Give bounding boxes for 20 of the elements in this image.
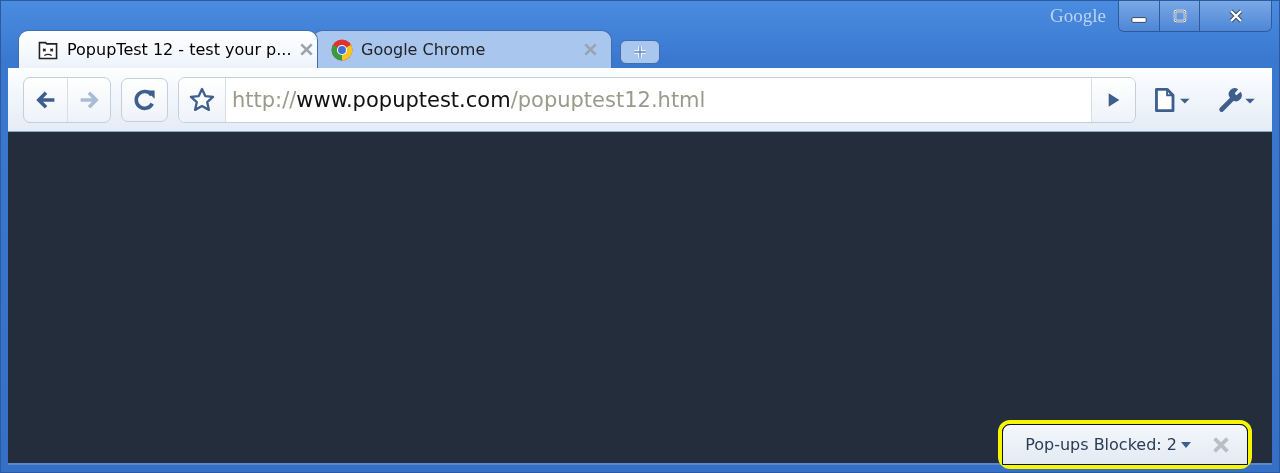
chrome-logo-icon [331, 38, 353, 61]
address-bar[interactable]: http://www.popuptest.com/popuptest12.html [178, 76, 1136, 123]
play-icon [1106, 91, 1121, 108]
reload-button[interactable] [121, 77, 168, 122]
caret-icon [1181, 441, 1191, 448]
maximize-button[interactable] [1159, 1, 1199, 31]
go-button[interactable] [1091, 77, 1135, 122]
blocked-popups-button[interactable]: Pop-ups Blocked: 2 [1025, 435, 1191, 454]
new-tab-button[interactable] [620, 40, 660, 64]
maximize-icon [1171, 9, 1188, 23]
bookmark-star-button[interactable] [179, 77, 226, 122]
star-icon [189, 86, 215, 113]
close-button[interactable] [1199, 1, 1271, 31]
minimize-icon [1131, 17, 1147, 23]
browser-tab[interactable]: PopupTest 12 - test your p... [18, 30, 318, 68]
reload-icon [132, 87, 157, 112]
google-logo: Google [1050, 5, 1106, 27]
minimize-button[interactable] [1119, 1, 1159, 31]
url-text: http://www.popuptest.com/popuptest12.html [231, 87, 707, 112]
plus-icon [633, 45, 647, 59]
